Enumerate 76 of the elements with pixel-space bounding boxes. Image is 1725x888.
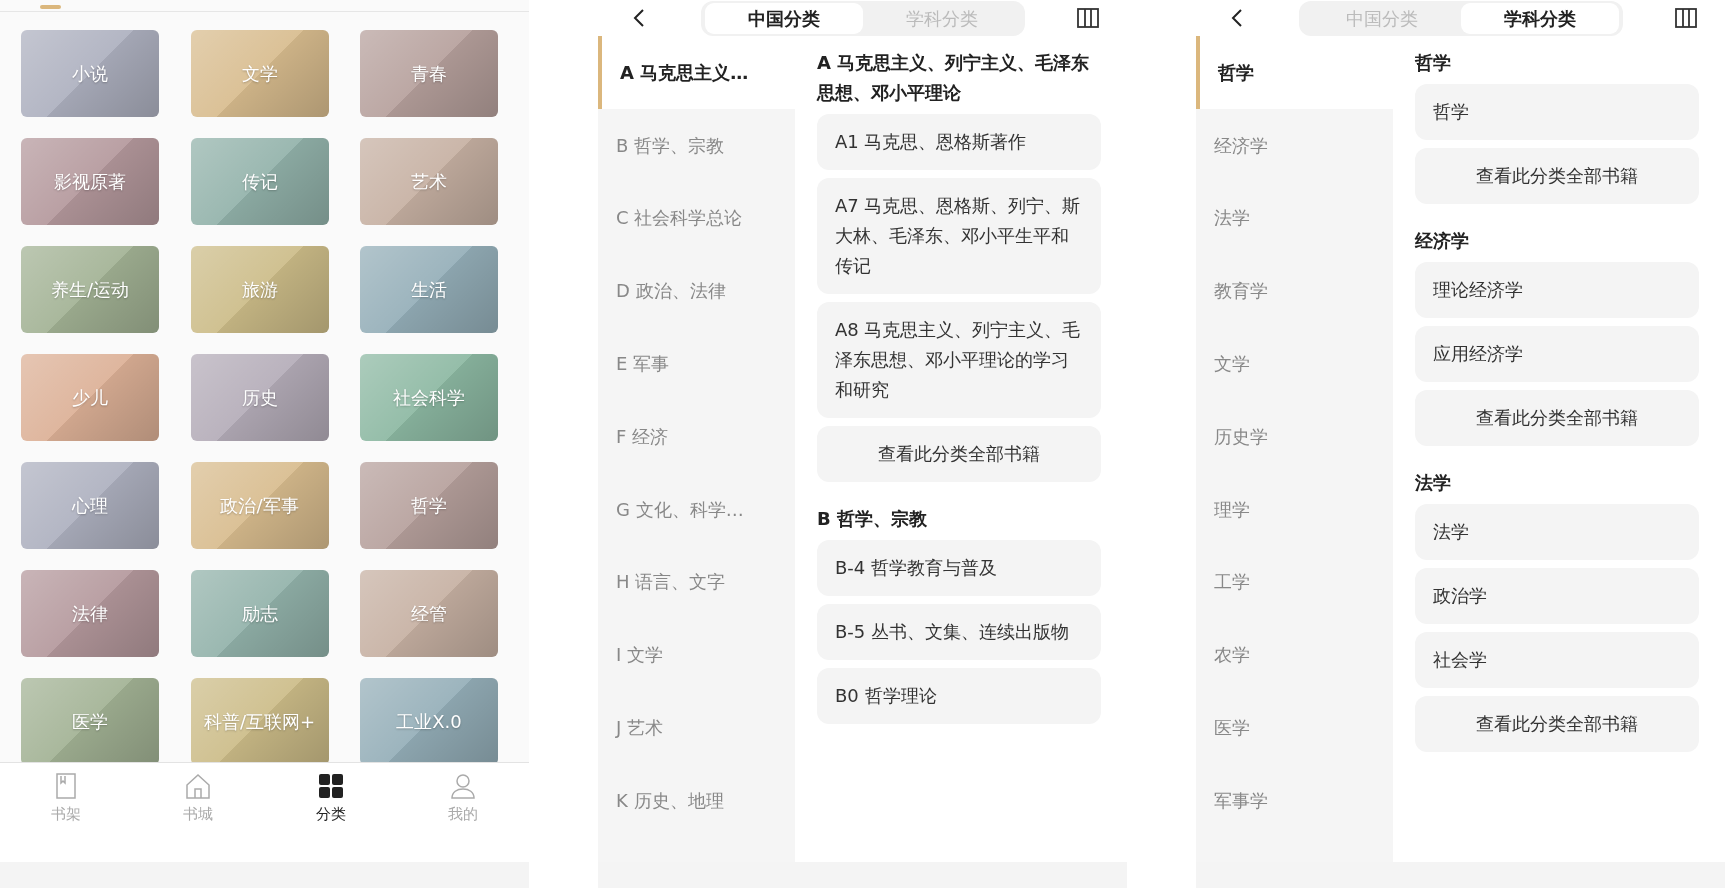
category-tile[interactable]: 影视原著 — [21, 138, 159, 225]
category-tile[interactable]: 经管 — [360, 570, 498, 657]
home-icon — [185, 773, 212, 799]
person-icon — [449, 773, 476, 799]
subcategory-item[interactable]: 社会学 — [1415, 632, 1699, 688]
category-tile[interactable]: 法律 — [21, 570, 159, 657]
section-heading: 经济学 — [1415, 229, 1470, 253]
nav-tab[interactable]: 我的 — [396, 763, 529, 862]
section-heading: 哲学 — [1415, 51, 1452, 75]
sidebar-item[interactable]: C 社会科学总论 — [598, 181, 795, 255]
sidebar-item[interactable]: 文学 — [1196, 327, 1393, 400]
category-tile[interactable]: 政治/军事 — [190, 462, 329, 549]
category-tile[interactable]: 科普/互联网+ — [190, 678, 329, 762]
subcategory-item[interactable]: B-4 哲学教育与普及 — [817, 540, 1101, 596]
subcategory-item[interactable]: 政治学 — [1415, 568, 1699, 624]
category-tile[interactable]: 传记 — [190, 138, 329, 225]
category-tile[interactable]: 社会科学 — [360, 354, 498, 441]
sidebar-item[interactable]: 经济学 — [1196, 108, 1393, 182]
section-heading: A 马克思主义、列宁主义、毛泽东思想、邓小平理论 — [817, 51, 1091, 105]
nav-tab[interactable]: 分类 — [264, 763, 397, 862]
columns-icon — [1675, 7, 1697, 29]
category-tile[interactable]: 旅游 — [190, 246, 329, 333]
sidebar-item[interactable]: 历史学 — [1196, 400, 1393, 473]
sidebar-item[interactable]: G 文化、科学… — [598, 472, 795, 546]
sidebar-item[interactable]: B 哲学、宗教 — [598, 108, 795, 182]
grid-icon — [317, 773, 344, 799]
sidebar-item[interactable]: A 马克思主义… — [598, 36, 795, 109]
subcategory-item[interactable]: 应用经济学 — [1415, 326, 1699, 382]
category-tile[interactable]: 少儿 — [21, 354, 159, 441]
subcategory-item[interactable]: B0 哲学理论 — [817, 668, 1101, 724]
category-tile[interactable]: 艺术 — [360, 138, 498, 225]
nav-tab[interactable]: 书城 — [132, 763, 265, 862]
category-tile[interactable]: 哲学 — [360, 462, 498, 549]
category-tile[interactable]: 医学 — [21, 678, 159, 762]
section-heading: B 哲学、宗教 — [817, 507, 928, 531]
sidebar-item[interactable]: I 文学 — [598, 618, 795, 692]
sidebar-item[interactable]: H 语言、文字 — [598, 545, 795, 619]
subcategory-item[interactable]: B-5 丛书、文集、连续出版物 — [817, 604, 1101, 660]
sidebar-item[interactable]: 法学 — [1196, 181, 1393, 255]
view-all-button[interactable]: 查看此分类全部书籍 — [1415, 148, 1699, 204]
category-tile[interactable]: 青春 — [360, 30, 498, 117]
columns-icon — [1077, 7, 1099, 29]
subcategory-item[interactable]: A8 马克思主义、列宁主义、毛泽东思想、邓小平理论的学习和研究 — [817, 302, 1101, 418]
category-tile[interactable]: 文学 — [190, 30, 329, 117]
category-tile[interactable]: 小说 — [21, 30, 159, 117]
sidebar-item[interactable]: 军事学 — [1196, 763, 1393, 837]
tab-indicator — [40, 5, 61, 9]
sidebar-item[interactable]: 工学 — [1196, 545, 1393, 619]
category-tile[interactable]: 励志 — [190, 570, 329, 657]
sidebar-item[interactable]: 教育学 — [1196, 254, 1393, 328]
category-tile[interactable]: 心理 — [21, 462, 159, 549]
view-all-button[interactable]: 查看此分类全部书籍 — [1415, 390, 1699, 446]
subcategory-item[interactable]: 哲学 — [1415, 84, 1699, 140]
subcategory-item[interactable]: A7 马克思、恩格斯、列宁、斯大林、毛泽东、邓小平生平和传记 — [817, 178, 1101, 294]
view-all-button[interactable]: 查看此分类全部书籍 — [1415, 696, 1699, 752]
view-all-button[interactable]: 查看此分类全部书籍 — [817, 426, 1101, 482]
category-tile[interactable]: 历史 — [190, 354, 329, 441]
sidebar-item[interactable]: F 经济 — [598, 400, 795, 473]
sidebar-item[interactable]: 理学 — [1196, 472, 1393, 546]
tab[interactable]: 学科分类 — [1460, 2, 1619, 34]
sidebar-item[interactable]: K 历史、地理 — [598, 763, 795, 837]
section-heading: 法学 — [1415, 471, 1452, 495]
sidebar-item[interactable]: J 艺术 — [598, 691, 795, 764]
sidebar-item[interactable]: D 政治、法律 — [598, 254, 795, 328]
category-tile[interactable]: 生活 — [360, 246, 498, 333]
subcategory-item[interactable]: 理论经济学 — [1415, 262, 1699, 318]
subcategory-item[interactable]: A1 马克思、恩格斯著作 — [817, 114, 1101, 170]
sidebar-item[interactable]: 哲学 — [1196, 36, 1393, 109]
category-tile[interactable]: 工业X.0 — [360, 678, 498, 762]
tab[interactable]: 中国分类 — [704, 2, 863, 34]
sidebar-item[interactable]: 农学 — [1196, 618, 1393, 692]
nav-tab[interactable]: 书架 — [0, 763, 133, 862]
sidebar-item[interactable]: E 军事 — [598, 327, 795, 400]
sidebar-item[interactable]: 医学 — [1196, 691, 1393, 764]
category-tile[interactable]: 养生/运动 — [21, 246, 159, 333]
subcategory-item[interactable]: 法学 — [1415, 504, 1699, 560]
